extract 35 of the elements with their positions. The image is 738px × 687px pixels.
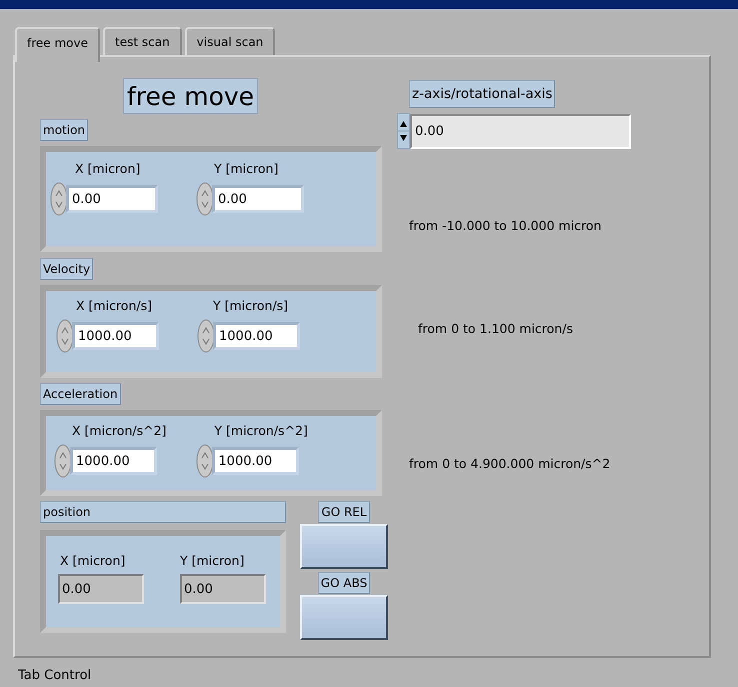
field-label: Y [micron]: [214, 160, 278, 178]
field-label: z-axis/rotational-axis: [409, 80, 556, 108]
number-field[interactable]: 1000.00: [213, 322, 300, 350]
control-caption: Tab Control: [18, 668, 92, 683]
number-field[interactable]: 1000.00: [212, 447, 300, 475]
readout-field: 0.00: [180, 574, 266, 604]
group-label: motion: [40, 119, 88, 141]
field-label: Y [micron/s]: [213, 297, 288, 315]
button-label: GO ABS: [318, 572, 370, 594]
number-field[interactable]: 1000.00: [70, 447, 157, 475]
readout-field: 0.00: [58, 574, 144, 604]
go-button[interactable]: [300, 595, 388, 640]
field-label: X [micron]: [60, 552, 126, 570]
number-field[interactable]: 0.00: [212, 185, 304, 213]
range-note: from -10.000 to 10.000 micron: [409, 218, 602, 233]
field-label: Y [micron/s^2]: [214, 422, 308, 440]
tab[interactable]: test scan: [103, 27, 182, 55]
range-note: from 0 to 1.100 micron/s: [418, 321, 573, 336]
page-title: free move: [123, 78, 258, 114]
number-field[interactable]: 0.00: [66, 185, 158, 213]
spinner-icon[interactable]: [397, 113, 410, 149]
field-label: X [micron/s^2]: [72, 422, 166, 440]
group-label: Velocity: [40, 258, 94, 280]
tab[interactable]: visual scan: [184, 27, 276, 55]
field-label: X [micron]: [75, 160, 140, 178]
number-field[interactable]: 1000.00: [72, 322, 159, 350]
field-label: Y [micron]: [180, 552, 244, 570]
group-label: Acceleration: [40, 383, 121, 405]
number-field[interactable]: 0.00: [410, 114, 631, 148]
field-label: X [micron/s]: [76, 297, 152, 315]
group-label: position: [40, 501, 286, 523]
go-button[interactable]: [300, 524, 388, 569]
range-note: from 0 to 4.900.000 micron/s^2: [409, 456, 610, 471]
tab[interactable]: free move: [15, 27, 100, 62]
button-label: GO REL: [318, 501, 370, 523]
